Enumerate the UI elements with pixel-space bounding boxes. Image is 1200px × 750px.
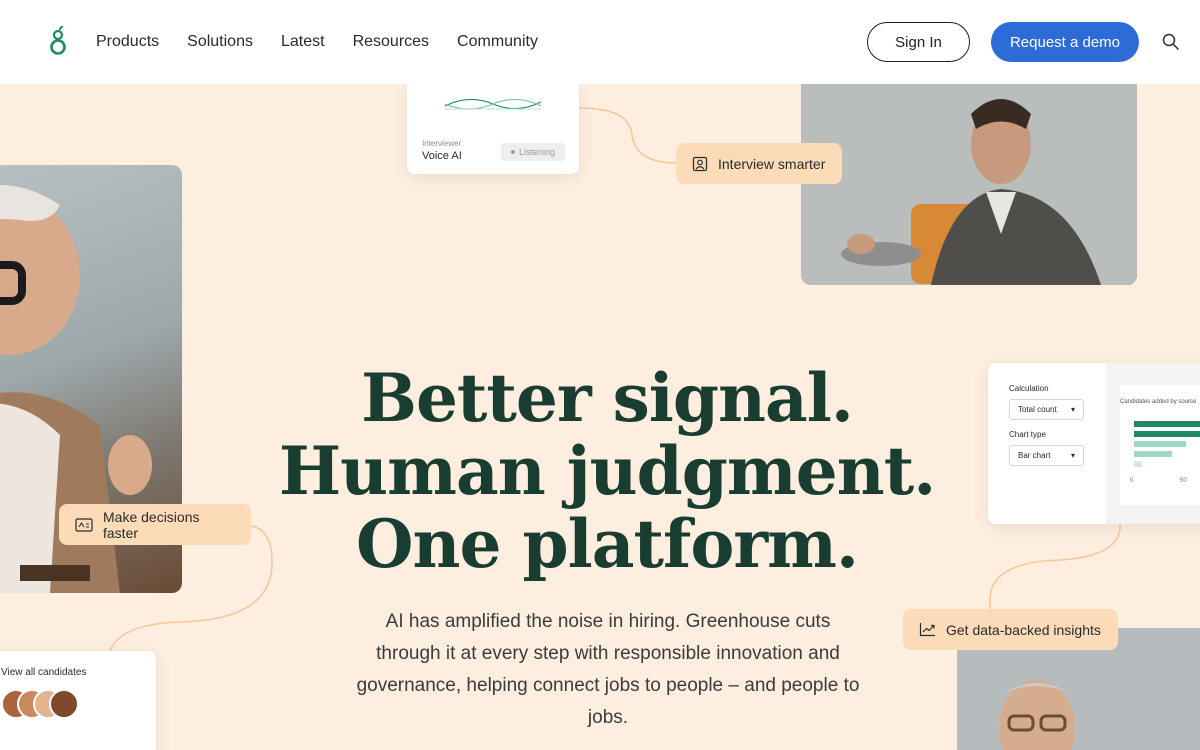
greenhouse-logo-icon[interactable]	[48, 26, 68, 58]
status-dot-icon	[510, 150, 515, 154]
waveform-icon	[445, 98, 541, 110]
nav-link-resources[interactable]: Resources	[353, 33, 429, 51]
hero-title-line-3: One platform.	[356, 505, 859, 583]
interview-smarter-text: Interview smarter	[718, 155, 826, 172]
hero-title: Better signal. Human judgment. One platf…	[0, 362, 1200, 581]
hero-title-line-1: Better signal.	[361, 359, 854, 437]
nav-link-community[interactable]: Community	[457, 33, 538, 51]
trend-chart-icon	[919, 623, 935, 637]
voice-ai-label: Voice AI	[422, 150, 462, 162]
top-nav: Products Solutions Latest Resources Comm…	[0, 0, 1200, 84]
avatar	[49, 689, 79, 719]
nav-link-latest[interactable]: Latest	[281, 33, 325, 51]
interviewer-icon	[692, 156, 708, 171]
interview-smarter-pill: Interview smarter	[676, 143, 842, 184]
listening-badge: Listening	[501, 143, 565, 161]
data-insights-text: Get data-backed insights	[946, 621, 1101, 638]
hero-title-line-2: Human judgment.	[278, 432, 936, 510]
search-icon[interactable]	[1161, 32, 1181, 52]
nav-link-products[interactable]: Products	[96, 33, 159, 51]
nav-links: Products Solutions Latest Resources Comm…	[96, 0, 566, 84]
view-all-candidates-link[interactable]: View all candidates	[1, 667, 86, 678]
listening-text: Listening	[518, 147, 556, 157]
hero-subtitle: AI has amplified the noise in hiring. Gr…	[356, 611, 860, 728]
data-insights-pill: Get data-backed insights	[903, 609, 1118, 650]
nav-link-solutions[interactable]: Solutions	[187, 33, 253, 51]
candidates-card: View all candidates	[0, 651, 156, 750]
voice-ai-card: Interviewer Voice AI Listening	[407, 84, 579, 174]
interviewer-label: Interviewer	[422, 139, 462, 148]
sign-in-button[interactable]: Sign In	[867, 22, 970, 62]
photo-man-interview	[801, 84, 1137, 285]
request-demo-button[interactable]: Request a demo	[991, 22, 1139, 62]
